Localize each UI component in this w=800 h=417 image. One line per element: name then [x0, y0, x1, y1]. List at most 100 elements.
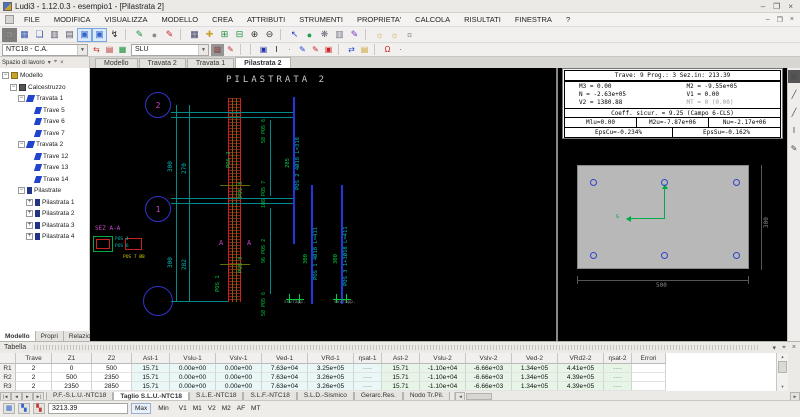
tree-item-trave-5[interactable]: Trave 5 — [0, 105, 89, 117]
window-pane-icon[interactable]: ▣ — [77, 28, 92, 42]
component-label-m1[interactable]: M1 — [193, 405, 202, 412]
table-cell[interactable]: -6.66e+03 — [466, 373, 512, 382]
table-cell[interactable]: 15.71 — [132, 382, 170, 391]
column-header-VRd2-2[interactable]: VRd2-2 — [558, 353, 604, 364]
table-cell[interactable]: 15.71 — [382, 382, 420, 391]
doc-tab-modello[interactable]: Modello — [95, 58, 138, 68]
column-header-Ast-2[interactable]: Ast-2 — [382, 353, 420, 364]
table-cell[interactable]: -1.10e+04 — [420, 364, 466, 373]
menu-proprieta-[interactable]: PROPRIETA' — [350, 13, 408, 26]
table-cell[interactable]: ---- — [354, 373, 382, 382]
table-cell[interactable]: ---- — [604, 364, 632, 373]
table-cell[interactable]: -1.10e+04 — [420, 373, 466, 382]
doc-tab-travata-1[interactable]: Travata 1 — [187, 58, 234, 68]
table-cell[interactable]: 0.00e+00 — [216, 382, 262, 391]
table-panel-header[interactable]: Tabella ▾ ⌖ × — [0, 342, 800, 353]
workspace-tab-modello[interactable]: Modello — [0, 331, 36, 341]
table-icon[interactable]: ▦ — [2, 28, 17, 42]
column-header-Vslv-1[interactable]: Vslv-1 — [216, 353, 262, 364]
add-node-icon[interactable]: ✚ — [202, 28, 217, 42]
tree-expand-icon[interactable]: + — [26, 233, 33, 240]
table-row[interactable]: R12050015.710.00e+000.00e+007.63e+043.25… — [0, 364, 776, 373]
column-header-Errori[interactable]: Errori — [632, 353, 666, 364]
dot2-icon[interactable]: · — [394, 44, 407, 56]
norm-combo[interactable]: NTC18 - C.A. ▼ — [2, 44, 88, 56]
tree-expand-icon[interactable]: + — [26, 199, 33, 206]
tree-item-trave-6[interactable]: Trave 6 — [0, 116, 89, 128]
lamp-icon[interactable]: ¤ — [402, 28, 417, 42]
edit-case-icon[interactable]: ✎ — [224, 44, 237, 56]
table-cell[interactable]: 2 — [16, 382, 52, 391]
hscrollbar-thumb[interactable] — [466, 393, 492, 400]
table-cell[interactable]: 500 — [92, 364, 132, 373]
column-header-Vslu-2[interactable]: Vslu-2 — [420, 353, 466, 364]
column-header-Vslu-1[interactable]: Vslu-1 — [170, 353, 216, 364]
tree-item-trave-12[interactable]: Trave 12 — [0, 151, 89, 163]
close-button[interactable]: × — [788, 2, 793, 11]
component-label-m2[interactable]: M2 — [222, 405, 231, 412]
component-label-v2[interactable]: V2 — [208, 405, 216, 412]
red-box-icon[interactable]: ▣ — [322, 44, 335, 56]
select-cursor-icon[interactable]: ↖ — [287, 28, 302, 42]
document-icon[interactable] — [5, 15, 14, 24]
table-cell[interactable]: -6.66e+03 — [466, 364, 512, 373]
table-cell[interactable]: 2350 — [92, 373, 132, 382]
component-label-mt[interactable]: MT — [251, 405, 260, 412]
section-coordinate-field[interactable]: 3213.39 — [48, 403, 128, 414]
window-pane2-icon[interactable]: ▣ — [92, 28, 107, 42]
table-cell[interactable]: 15.71 — [132, 373, 170, 382]
column-header-ηsat-1[interactable]: ηsat-1 — [354, 353, 382, 364]
menu-attributi[interactable]: ATTRIBUTI — [240, 13, 292, 26]
settings-gear-icon[interactable]: ❋ — [317, 28, 332, 42]
results-panel[interactable]: Trave: 9 Prog.: 3 Sez.in: 213.39 M3 = 0.… — [558, 68, 787, 341]
column-header-Vslv-2[interactable]: Vslv-2 — [466, 353, 512, 364]
table-cell[interactable]: 0.00e+00 — [170, 373, 216, 382]
component-label-v1[interactable]: V1 — [179, 405, 187, 412]
tree-item-trave-7[interactable]: Trave 7 — [0, 128, 89, 140]
tree-item-travata-1[interactable]: −Travata 1 — [0, 93, 89, 105]
line2-tool-icon[interactable]: ╱ — [788, 106, 800, 119]
tree-expand-icon[interactable]: − — [10, 84, 17, 91]
table-cell[interactable] — [632, 373, 666, 382]
min-button[interactable]: Min — [154, 403, 172, 414]
scroll-down-icon[interactable]: ▼ — [777, 383, 788, 391]
column-header-ηsat-2[interactable]: ηsat-2 — [604, 353, 632, 364]
workspace-close-button[interactable]: × — [60, 60, 64, 66]
table-menu-button[interactable]: ▾ — [772, 344, 776, 352]
print-preview-icon[interactable]: ▤ — [62, 28, 77, 42]
column-header-row[interactable] — [0, 353, 16, 364]
table-cell[interactable]: 2850 — [92, 382, 132, 391]
scroll-up-icon[interactable]: ▲ — [777, 353, 788, 361]
ibeam-tool-icon[interactable]: I — [788, 124, 800, 137]
mdi-close-button[interactable]: × — [790, 16, 794, 24]
macro-icon[interactable]: ↯ — [107, 28, 122, 42]
mdi-minimize-button[interactable]: – — [766, 16, 770, 24]
swap-norm-icon[interactable]: ⇆ — [90, 44, 103, 56]
tree-expand-icon[interactable]: − — [18, 141, 25, 148]
table-cell[interactable]: 4.39e+05 — [558, 373, 604, 382]
doc-tab-pilastrata-2[interactable]: Pilastrata 2 — [235, 57, 290, 68]
omega-icon[interactable]: Ω — [381, 44, 394, 56]
light2-icon[interactable]: ☼ — [387, 28, 402, 42]
menu--[interactable]: ? — [559, 13, 577, 26]
tree-expand-icon[interactable]: + — [26, 210, 33, 217]
mesh-tool-icon[interactable]: ▦ — [788, 70, 800, 83]
print-icon[interactable]: ▥ — [47, 28, 62, 42]
tree-item-pilastrate[interactable]: −Pilastrate — [0, 185, 89, 197]
unlink-icon[interactable]: ≃ — [211, 44, 224, 56]
table-cell[interactable]: 0.00e+00 — [216, 373, 262, 382]
workspace-pin-button[interactable]: ⌖ — [54, 59, 57, 66]
column-header-VRd-1[interactable]: VRd-1 — [308, 353, 354, 364]
menu-finestra[interactable]: FINESTRA — [508, 13, 559, 26]
table-cell[interactable]: ---- — [354, 364, 382, 373]
code-book-icon[interactable]: ▤ — [103, 44, 116, 56]
table-cell[interactable]: 4.41e+05 — [558, 364, 604, 373]
maximize-button[interactable]: ❐ — [773, 2, 780, 11]
tree-item-modello[interactable]: −Modello — [0, 70, 89, 82]
column-header-Z1[interactable]: Z1 — [52, 353, 92, 364]
tree-item-trave-13[interactable]: Trave 13 — [0, 162, 89, 174]
pen-red-icon[interactable]: ✎ — [309, 44, 322, 56]
diagram-red-icon[interactable]: ▚ — [33, 403, 45, 414]
table-cell[interactable]: 500 — [52, 373, 92, 382]
combo-table-icon[interactable]: ▦ — [116, 44, 129, 56]
